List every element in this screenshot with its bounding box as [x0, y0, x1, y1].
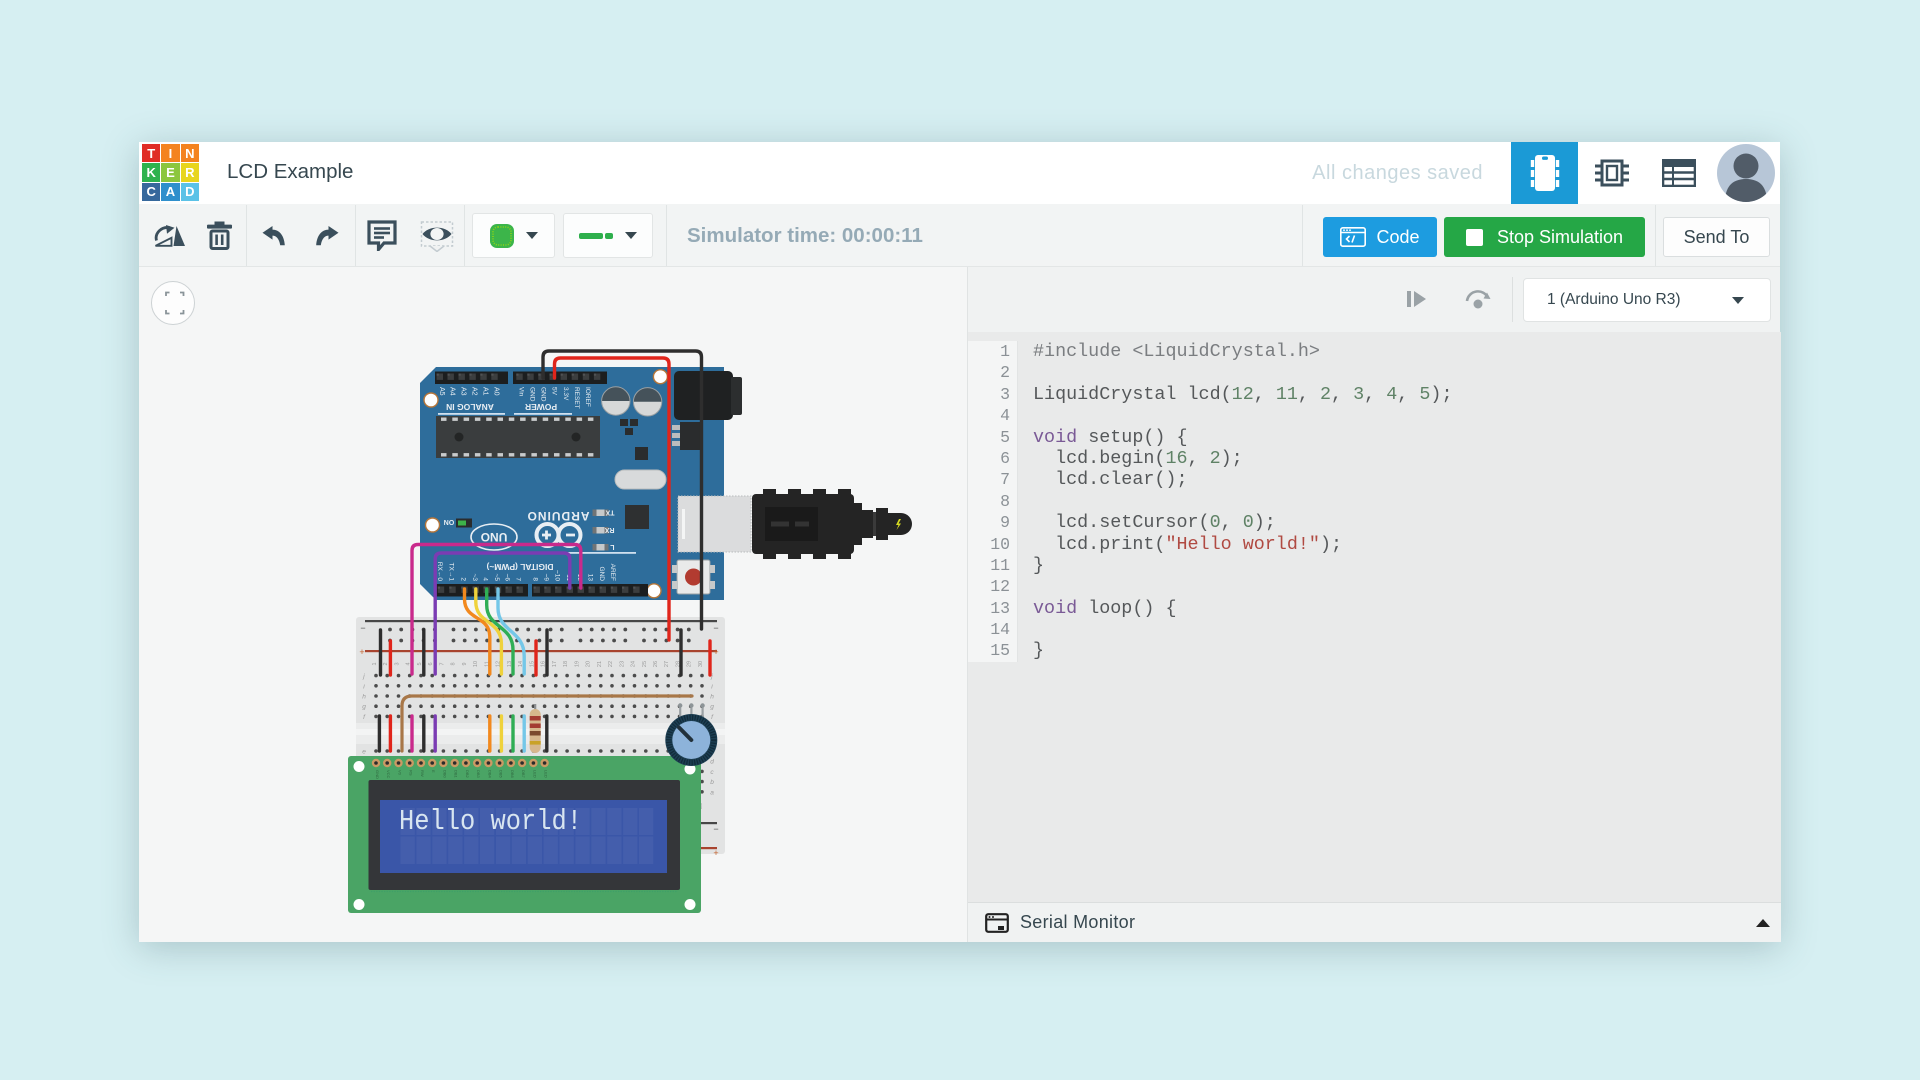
svg-text:17: 17 [552, 661, 558, 667]
svg-text:3: 3 [395, 662, 401, 665]
svg-text:−: − [713, 623, 718, 633]
svg-text:19: 19 [574, 661, 580, 667]
svg-text:~5: ~5 [493, 574, 500, 582]
svg-text:DB0: DB0 [442, 770, 447, 779]
svg-text:RW: RW [420, 770, 425, 777]
svg-text:ON: ON [444, 518, 455, 525]
svg-text:5V: 5V [551, 387, 558, 396]
svg-text:27: 27 [664, 661, 670, 667]
svg-text:a: a [710, 789, 714, 796]
svg-text:~10: ~10 [553, 570, 560, 581]
svg-text:7: 7 [515, 577, 522, 581]
svg-text:IOREF: IOREF [584, 387, 591, 407]
svg-text:23: 23 [619, 661, 625, 667]
svg-text:10: 10 [473, 661, 479, 667]
svg-text:~6: ~6 [504, 574, 511, 582]
svg-text:6: 6 [428, 662, 434, 665]
svg-text:24: 24 [631, 661, 637, 667]
svg-text:POWER: POWER [525, 402, 557, 412]
svg-text:A5: A5 [438, 387, 445, 396]
svg-text:AREF: AREF [609, 564, 616, 581]
svg-text:RX: RX [604, 526, 614, 533]
svg-text:Hello world!: Hello world! [399, 805, 582, 838]
svg-text:b: b [710, 779, 714, 786]
svg-text:18: 18 [563, 661, 569, 667]
svg-text:A3: A3 [460, 387, 467, 396]
svg-text:~9: ~9 [543, 574, 550, 582]
svg-text:+: + [713, 848, 718, 858]
svg-text:LED: LED [544, 770, 549, 778]
svg-text:13: 13 [587, 574, 594, 582]
svg-text:8: 8 [532, 577, 539, 581]
svg-text:21: 21 [597, 661, 603, 667]
svg-text:d: d [710, 759, 714, 766]
svg-text:+: + [713, 647, 718, 657]
svg-text:GND: GND [540, 387, 547, 402]
svg-text:RESET: RESET [573, 387, 580, 409]
svg-text:DB6: DB6 [510, 770, 515, 779]
svg-text:h: h [362, 694, 366, 701]
svg-text:26: 26 [653, 661, 659, 667]
svg-text:A2: A2 [471, 387, 478, 396]
svg-text:RS: RS [409, 770, 414, 776]
svg-text:DB5: DB5 [499, 770, 504, 779]
svg-text:20: 20 [586, 661, 592, 667]
svg-text:4: 4 [482, 577, 489, 581]
svg-text:A4: A4 [449, 387, 456, 396]
svg-text:DB3: DB3 [476, 770, 481, 779]
svg-text:L: L [610, 543, 615, 550]
svg-text:LED: LED [532, 770, 537, 778]
svg-text:+: + [359, 647, 364, 657]
svg-text:e: e [362, 749, 366, 756]
svg-text:DIGITAL (PWM~): DIGITAL (PWM~) [486, 562, 553, 572]
svg-text:DB4: DB4 [487, 770, 492, 779]
svg-text:DB2: DB2 [465, 770, 470, 779]
svg-text:GND: GND [375, 770, 380, 779]
svg-text:TX→1: TX→1 [448, 563, 455, 582]
svg-text:~3: ~3 [471, 574, 478, 582]
svg-text:A0: A0 [493, 387, 500, 396]
svg-text:7: 7 [439, 662, 445, 665]
svg-text:−: − [713, 824, 718, 834]
svg-text:UNO: UNO [481, 530, 508, 544]
svg-text:8: 8 [451, 662, 457, 665]
svg-text:E: E [431, 770, 436, 773]
svg-text:30: 30 [698, 661, 704, 667]
svg-text:RX←0: RX←0 [436, 562, 443, 582]
svg-text:h: h [710, 694, 714, 701]
svg-text:1: 1 [372, 662, 378, 665]
svg-text:A1: A1 [482, 387, 489, 396]
svg-text:GND: GND [529, 387, 536, 402]
svg-text:2: 2 [460, 577, 467, 581]
svg-text:TX: TX [605, 509, 614, 516]
svg-text:29: 29 [687, 661, 693, 667]
svg-text:g: g [710, 704, 714, 711]
svg-text:ANALOG IN: ANALOG IN [446, 402, 494, 412]
svg-text:2: 2 [383, 662, 389, 665]
svg-text:9: 9 [462, 662, 468, 665]
svg-text:g: g [362, 704, 366, 711]
svg-text:25: 25 [642, 661, 648, 667]
svg-text:GND: GND [598, 567, 605, 582]
svg-text:3.3V: 3.3V [562, 387, 569, 401]
svg-text:DB7: DB7 [521, 770, 526, 779]
svg-text:ARDUINO: ARDUINO [527, 509, 590, 523]
svg-text:VCC: VCC [386, 770, 391, 779]
svg-text:DB1: DB1 [454, 770, 459, 779]
svg-text:V0: V0 [398, 770, 403, 776]
svg-text:22: 22 [608, 661, 614, 667]
svg-text:−: − [360, 623, 365, 633]
svg-text:Vin: Vin [518, 387, 525, 397]
